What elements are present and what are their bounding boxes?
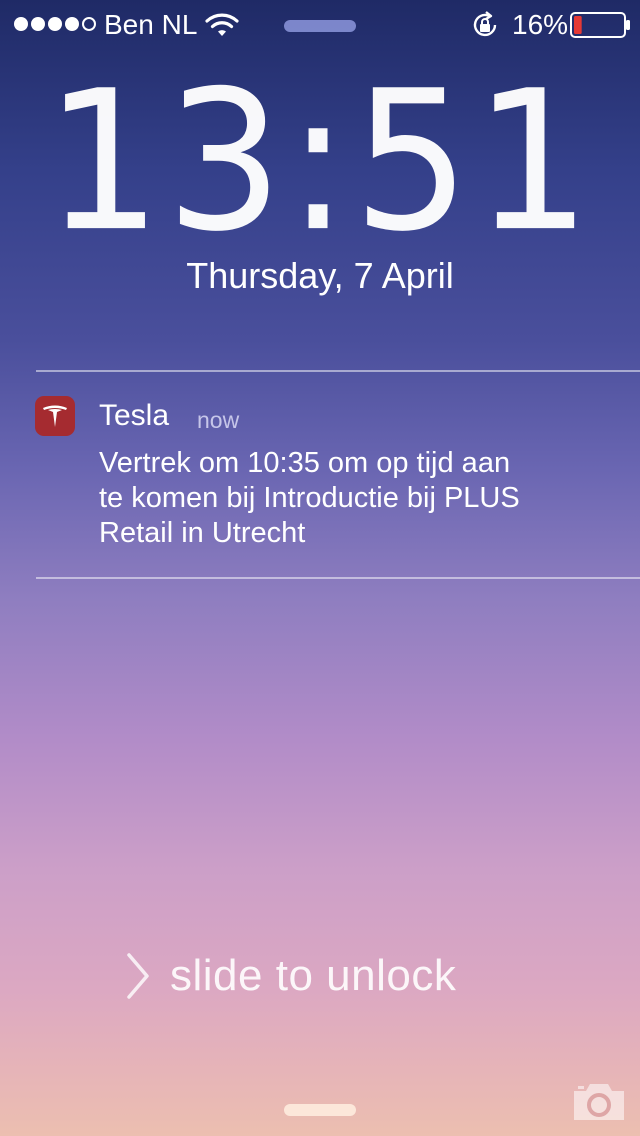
notification-divider (36, 370, 640, 372)
control-center-grabber[interactable] (284, 1104, 356, 1116)
battery-icon (570, 12, 630, 38)
chevron-right-icon (127, 953, 149, 999)
notification-message: Vertrek om 10:35 om op tijd aan te komen… (99, 446, 619, 551)
notification-center-grabber[interactable] (284, 20, 356, 32)
lock-screen-date: Thursday, 7 April (186, 255, 454, 296)
camera-icon[interactable] (570, 1079, 628, 1123)
signal-dot (65, 17, 79, 31)
clock-time: 13:51 (44, 49, 596, 275)
signal-dot (14, 17, 28, 31)
notification-divider (36, 577, 640, 579)
notification-time: now (197, 407, 240, 433)
signal-strength-indicator (14, 17, 96, 31)
battery-fill (574, 16, 582, 34)
signal-dot (48, 17, 62, 31)
notification-message-line: te komen bij Introductie bij PLUS (99, 482, 520, 514)
carrier-name: Ben NL (104, 9, 198, 40)
signal-dot (82, 17, 96, 31)
signal-dot (31, 17, 45, 31)
battery-percentage: 16% (512, 9, 569, 40)
notification-message-line: Retail in Utrecht (99, 517, 306, 549)
notification-app-name: Tesla (99, 399, 170, 432)
lock-rotation-icon (473, 11, 497, 37)
lock-screen-clock: 13:51 (0, 65, 640, 258)
slide-to-unlock-slider[interactable]: slide to unlock (170, 950, 456, 1002)
status-bar: Ben NL 16% (0, 0, 640, 48)
notification-message-line: Vertrek om 10:35 om op tijd aan (99, 447, 511, 479)
wifi-icon (205, 13, 239, 36)
tesla-logo-icon (35, 396, 75, 436)
